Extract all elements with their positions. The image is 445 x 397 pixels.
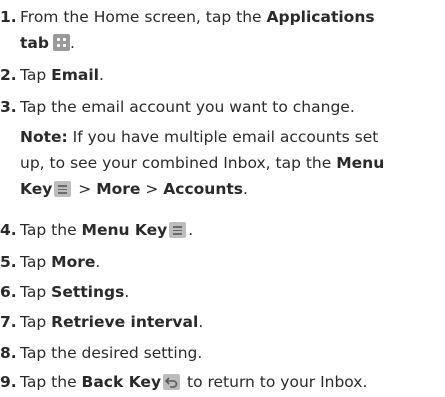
applications-label: Applications bbox=[266, 8, 375, 26]
step-text: Tap Retrieve interval. bbox=[20, 313, 204, 331]
menu-key-label: Menu Key bbox=[81, 221, 168, 239]
tab-label: tab bbox=[20, 34, 49, 52]
step-text: Tap Email. bbox=[20, 66, 104, 84]
menu-key-icon bbox=[169, 222, 187, 238]
step-text-continued: tab . bbox=[20, 34, 75, 52]
note-block: Note: If you have multiple email account… bbox=[20, 124, 445, 202]
more-label: More bbox=[51, 253, 96, 271]
step-text: Tap the email account you want to change… bbox=[20, 98, 355, 116]
back-key-icon bbox=[163, 374, 181, 390]
email-label: Email bbox=[51, 66, 99, 84]
applications-grid-icon bbox=[52, 34, 70, 51]
note-line-3: Key > More > Accounts. bbox=[20, 180, 248, 198]
retrieve-interval-label: Retrieve interval bbox=[51, 313, 199, 331]
step-text: Tap the desired setting. bbox=[20, 344, 203, 362]
back-key-label: Back Key bbox=[81, 373, 162, 391]
step-text: From the Home screen, tap the Applicatio… bbox=[20, 8, 375, 26]
step-text: Tap the Back Key to return to your Inbox… bbox=[20, 373, 368, 391]
note-label: Note: bbox=[20, 128, 68, 146]
menu-key-icon bbox=[54, 181, 72, 197]
note-line-1: Note: If you have multiple email account… bbox=[20, 128, 379, 146]
note-line-2: up, to see your combined Inbox, tap the … bbox=[20, 154, 385, 172]
step-text: Tap More. bbox=[20, 253, 101, 271]
step-text: Tap the Menu Key. bbox=[20, 221, 194, 239]
step-text: Tap Settings. bbox=[20, 283, 130, 301]
settings-label: Settings bbox=[51, 283, 125, 301]
